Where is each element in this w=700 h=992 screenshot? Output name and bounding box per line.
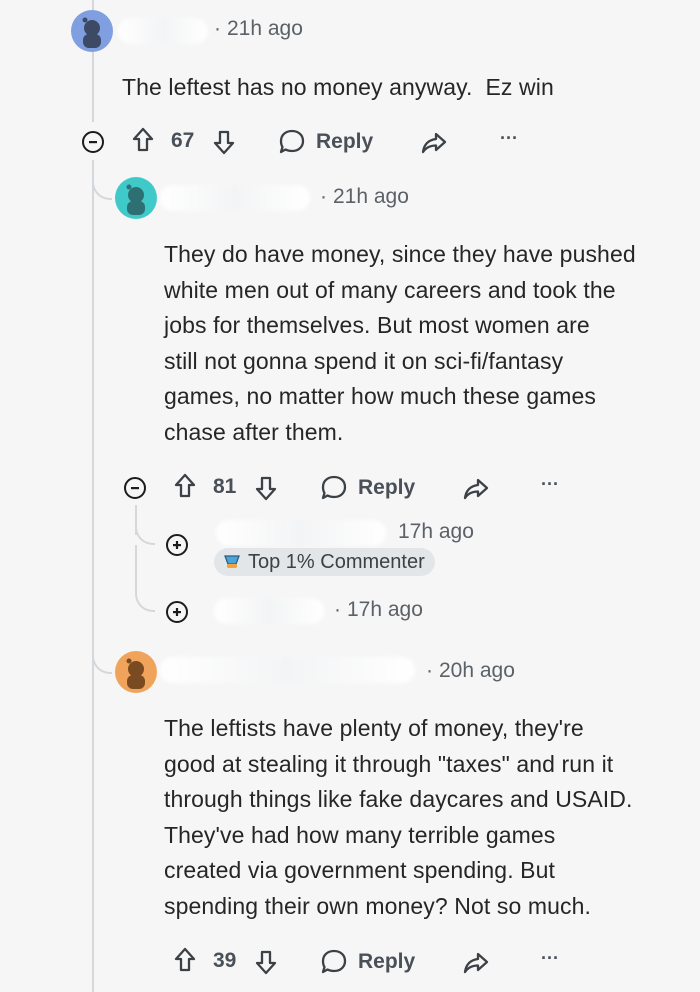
body-line: good at stealing it through "taxes" and … [164, 750, 614, 777]
upvote-button[interactable] [173, 472, 197, 500]
badge-label: Top 1% Commenter [248, 550, 425, 573]
comment-body: The leftists have plenty of money, they'… [164, 711, 633, 924]
upvote-button[interactable] [173, 946, 197, 974]
comment-timestamp: · 20h ago [426, 659, 515, 682]
username-redacted[interactable] [216, 520, 386, 546]
thread-line-main [92, 52, 94, 122]
collapse-button[interactable] [124, 477, 146, 499]
expand-button[interactable] [166, 534, 188, 556]
reply-button[interactable]: Reply [320, 948, 415, 976]
reply-button[interactable]: Reply [320, 474, 415, 502]
minus-circle-icon [131, 487, 139, 490]
comment-body: They do have money, since they have push… [164, 237, 636, 450]
username-redacted[interactable] [160, 185, 310, 211]
avatar[interactable] [71, 10, 113, 52]
body-line: still not gonna spend it on sci-fi/fanta… [164, 347, 564, 374]
username-redacted[interactable] [160, 657, 415, 683]
downvote-button[interactable] [212, 128, 236, 156]
reply-label: Reply [358, 950, 416, 973]
plus-circle-icon [173, 541, 181, 549]
thread-curve-c3 [135, 505, 155, 545]
arrow-down-icon [255, 476, 277, 501]
vote-count: 81 [213, 475, 237, 498]
vote-count: 39 [213, 949, 237, 972]
avatar[interactable] [115, 651, 157, 693]
more-options-button[interactable]: ··· [500, 128, 518, 149]
comment-body: The leftest has no money anyway. Ez win [122, 74, 554, 100]
vote-count: 67 [171, 129, 195, 152]
body-line: chase after them. [164, 418, 344, 445]
body-line: through things like fake daycares and US… [164, 786, 633, 812]
share-arrow-icon [463, 952, 489, 974]
body-line: white men out of many careers and took t… [164, 276, 616, 303]
thread-curve-c5 [92, 630, 112, 674]
collapse-button[interactable] [82, 131, 104, 153]
body-line: They do have money, since they have push… [164, 241, 636, 267]
plus-circle-icon [173, 608, 181, 616]
downvote-button[interactable] [254, 474, 278, 502]
top-commenter-badge: Top 1% Commenter [214, 548, 435, 576]
arrow-down-icon [255, 950, 277, 975]
arrow-up-icon [174, 947, 196, 972]
avatar[interactable] [115, 177, 157, 219]
arrow-up-icon [174, 473, 196, 498]
reply-label: Reply [358, 476, 416, 499]
expand-button[interactable] [166, 601, 188, 623]
share-button[interactable] [420, 130, 448, 156]
comment-timestamp: 17h ago [398, 520, 474, 543]
username-redacted[interactable] [118, 18, 208, 44]
speech-bubble-icon [279, 129, 305, 154]
username-redacted[interactable] [214, 598, 324, 624]
body-line: The leftists have plenty of money, they'… [164, 715, 584, 741]
more-options-button[interactable]: ··· [541, 948, 559, 969]
share-arrow-icon [421, 132, 447, 154]
share-arrow-icon [463, 478, 489, 500]
comment-timestamp: · 17h ago [334, 598, 423, 621]
share-button[interactable] [462, 950, 490, 976]
thread-line-main-lower [92, 160, 94, 992]
body-line: games, no matter how much these games [164, 383, 596, 409]
body-line: spending their own money? Not so much. [164, 892, 591, 919]
body-line: created via government spending. But [164, 857, 556, 883]
minus-circle-icon [89, 141, 97, 144]
speech-bubble-icon [321, 949, 347, 974]
upvote-button[interactable] [131, 126, 155, 154]
body-line: jobs for themselves. But most women are [164, 312, 590, 338]
more-options-button[interactable]: ··· [541, 474, 559, 495]
share-button[interactable] [462, 476, 490, 502]
badge-icon [224, 555, 240, 568]
thread-curve-c2 [92, 160, 112, 200]
arrow-up-icon [132, 127, 154, 152]
comment-timestamp: · 21h ago [320, 185, 409, 208]
downvote-button[interactable] [254, 948, 278, 976]
arrow-down-icon [213, 130, 235, 155]
thread-curve-c4 [135, 560, 155, 612]
reply-button[interactable]: Reply [278, 128, 373, 156]
speech-bubble-icon [321, 475, 347, 500]
reply-label: Reply [316, 130, 374, 153]
comment-timestamp: · 21h ago [214, 17, 303, 40]
body-line: They've had how many terrible games [164, 821, 556, 848]
